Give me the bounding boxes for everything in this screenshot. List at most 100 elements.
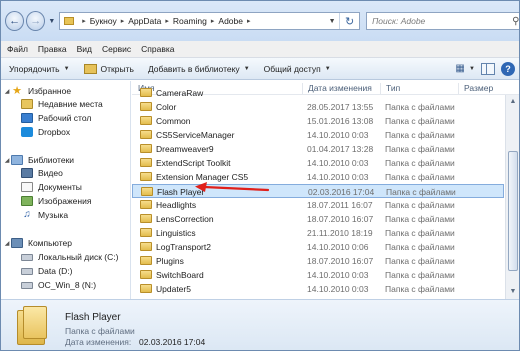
libraries-icon [11, 155, 23, 165]
table-row[interactable]: CS5ServiceManager 14.10.2010 0:03 Папка … [132, 128, 504, 142]
nav-local-disk[interactable]: Локальный диск (C:) [21, 251, 118, 263]
menu-file[interactable]: Файл [7, 44, 28, 54]
table-row[interactable]: Linguistics 21.11.2010 18:19 Папка с фай… [132, 226, 504, 240]
file-type: Папка с файлами [385, 172, 455, 182]
menu-view[interactable]: Вид [77, 44, 92, 54]
chevron-right-icon[interactable]: ▸ [121, 17, 125, 25]
table-row[interactable]: Color 28.05.2017 13:55 Папка с файлами [132, 100, 504, 114]
file-date: 14.10.2010 0:03 [307, 270, 369, 280]
file-type: Папка с файлами [385, 144, 455, 154]
breadcrumb-appdata[interactable]: AppData [128, 16, 161, 26]
vertical-scrollbar[interactable]: ▲ ▼ [505, 95, 519, 299]
nav-dropbox[interactable]: Dropbox [21, 126, 70, 138]
recent-pages-dropdown[interactable]: ▼ [48, 18, 55, 25]
open-button[interactable]: Открыть [83, 63, 134, 74]
file-name: CS5ServiceManager [156, 130, 235, 140]
file-type: Папка с файлами [385, 256, 455, 266]
file-name: Dreamweaver9 [156, 144, 214, 154]
nav-music[interactable]: ♫ Музыка [21, 209, 68, 221]
preview-pane-icon[interactable] [481, 62, 495, 75]
collapse-icon[interactable]: ◢ [3, 240, 11, 247]
details-date-value: 02.03.2016 17:04 [139, 337, 206, 347]
file-date: 01.04.2017 13:28 [307, 144, 374, 154]
chevron-right-icon[interactable]: ▸ [211, 17, 215, 25]
file-name: Common [156, 116, 191, 126]
file-date: 02.03.2016 17:04 [308, 187, 375, 197]
table-row[interactable]: SwitchBoard 14.10.2010 0:03 Папка с файл… [132, 268, 504, 282]
share-button[interactable]: Общий доступ ▼ [264, 64, 331, 74]
scroll-up-icon[interactable]: ▲ [506, 95, 519, 109]
table-row[interactable]: Dreamweaver9 01.04.2017 13:28 Папка с фа… [132, 142, 504, 156]
nav-images[interactable]: Изображения [21, 195, 91, 207]
search-input[interactable] [372, 16, 513, 26]
nav-data-disk[interactable]: Data (D:) [21, 265, 72, 277]
nav-music-label: Музыка [38, 210, 69, 220]
address-history-dropdown[interactable]: ▼ [325, 18, 339, 25]
nav-documents[interactable]: Документы [21, 181, 82, 193]
nav-oc-win[interactable]: OC_Win_8 (N:) [21, 279, 96, 291]
nav-video[interactable]: Видео [21, 167, 63, 179]
chevron-down-icon: ▼ [63, 65, 70, 72]
navigation-pane: ◢ ★ Избранное Недавние места Рабочий сто… [1, 81, 131, 299]
command-bar: Упорядочить ▼ Открыть Добавить в библиот… [1, 58, 519, 80]
nav-recent-places[interactable]: Недавние места [21, 98, 103, 110]
file-name: Updater5 [156, 284, 191, 294]
refresh-icon[interactable]: ↻ [339, 13, 359, 29]
table-row[interactable]: LensCorrection 18.07.2010 16:07 Папка с … [132, 212, 504, 226]
file-type: Папка с файлами [385, 158, 455, 168]
table-row[interactable]: LogTransport2 14.10.2010 0:06 Папка с фа… [132, 240, 504, 254]
table-row[interactable]: CameraRaw [132, 86, 504, 100]
desktop-icon [21, 113, 33, 123]
details-date-label: Дата изменения: [65, 337, 132, 347]
nav-desktop[interactable]: Рабочий стол [21, 112, 91, 124]
add-to-library-button[interactable]: Добавить в библиотеку ▼ [148, 64, 250, 74]
menu-help[interactable]: Справка [141, 44, 174, 54]
menu-bar: Файл Правка Вид Сервис Справка [1, 41, 519, 58]
collapse-icon[interactable]: ◢ [3, 88, 11, 95]
table-row[interactable]: Headlights 18.07.2011 16:07 Папка с файл… [132, 198, 504, 212]
table-row[interactable]: Extension Manager CS5 14.10.2010 0:03 Па… [132, 170, 504, 184]
breadcrumb-adobe[interactable]: Adobe [218, 16, 243, 26]
computer-icon [11, 238, 23, 248]
breadcrumb-user[interactable]: Букноу [90, 16, 117, 26]
table-row-selected[interactable]: Flash Player 02.03.2016 17:04 Папка с фа… [132, 184, 504, 198]
table-row[interactable]: Plugins 18.07.2010 16:07 Папка с файлами [132, 254, 504, 268]
collapse-icon[interactable]: ◢ [3, 157, 11, 164]
change-view-icon[interactable]: ▦ [452, 61, 468, 77]
file-list: Имя Дата изменения Тип Размер CameraRaw … [132, 81, 519, 299]
forward-button[interactable]: → [26, 11, 46, 31]
help-icon[interactable]: ? [501, 61, 515, 76]
breadcrumb-roaming[interactable]: Roaming [173, 16, 207, 26]
chevron-right-icon[interactable]: ▸ [82, 17, 86, 25]
table-row[interactable]: Updater5 14.10.2010 0:03 Папка с файлами [132, 282, 504, 296]
organize-button[interactable]: Упорядочить ▼ [9, 64, 70, 74]
chevron-right-icon[interactable]: ▸ [247, 17, 251, 25]
file-type: Папка с файлами [385, 116, 455, 126]
folder-icon [140, 270, 152, 279]
nav-images-label: Изображения [38, 196, 92, 206]
file-type: Папка с файлами [385, 102, 455, 112]
drive-icon [21, 253, 33, 261]
scroll-thumb[interactable] [508, 151, 518, 271]
search-box[interactable]: ⚲ [366, 12, 519, 30]
menu-tools[interactable]: Сервис [102, 44, 131, 54]
nav-favorites[interactable]: ◢ ★ Избранное [3, 85, 71, 97]
table-row[interactable]: Common 15.01.2016 13:08 Папка с файлами [132, 114, 504, 128]
file-name: Linguistics [156, 228, 196, 238]
nav-libraries[interactable]: ◢ Библиотеки [3, 154, 74, 166]
view-options-dropdown[interactable]: ▼ [469, 66, 475, 72]
nav-computer[interactable]: ◢ Компьютер [3, 237, 72, 249]
nav-favorites-label: Избранное [28, 86, 72, 96]
drive-icon [21, 267, 33, 275]
table-row[interactable]: ExtendScript Toolkit 14.10.2010 0:03 Пап… [132, 156, 504, 170]
nav-computer-label: Компьютер [28, 238, 72, 248]
file-date: 21.11.2010 18:19 [307, 228, 373, 238]
scroll-down-icon[interactable]: ▼ [506, 285, 519, 299]
file-name: Headlights [156, 200, 197, 210]
menu-edit[interactable]: Правка [38, 44, 67, 54]
chevron-right-icon[interactable]: ▸ [165, 17, 169, 25]
back-button[interactable]: ← [5, 11, 25, 31]
search-icon[interactable]: ⚲ [512, 16, 519, 27]
address-bar[interactable]: ▸ Букноу ▸ AppData ▸ Roaming ▸ Adobe ▸ ▼… [59, 12, 361, 30]
folder-icon [140, 158, 152, 167]
